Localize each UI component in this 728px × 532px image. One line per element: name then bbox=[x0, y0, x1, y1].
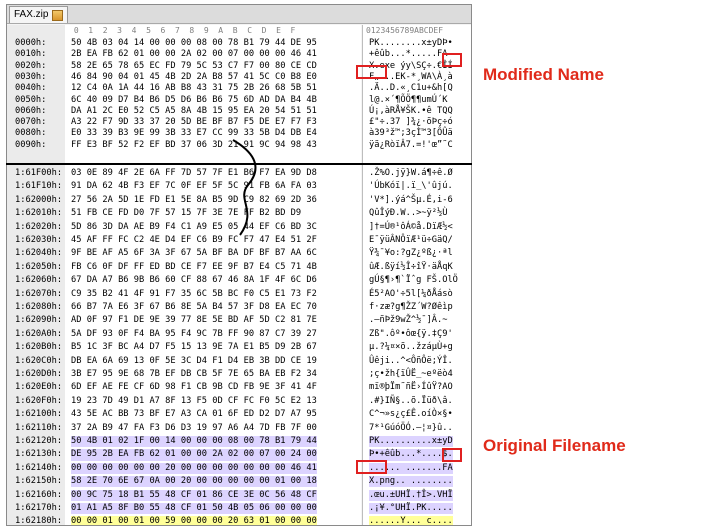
modified-name-label: Modified Name bbox=[483, 65, 604, 84]
modified-name-box-2 bbox=[356, 65, 387, 79]
modified-name-box-1 bbox=[442, 53, 462, 67]
original-filename-label: Original Filename bbox=[483, 436, 626, 455]
original-name-box-1 bbox=[442, 448, 462, 462]
original-name-box-2 bbox=[356, 460, 387, 474]
